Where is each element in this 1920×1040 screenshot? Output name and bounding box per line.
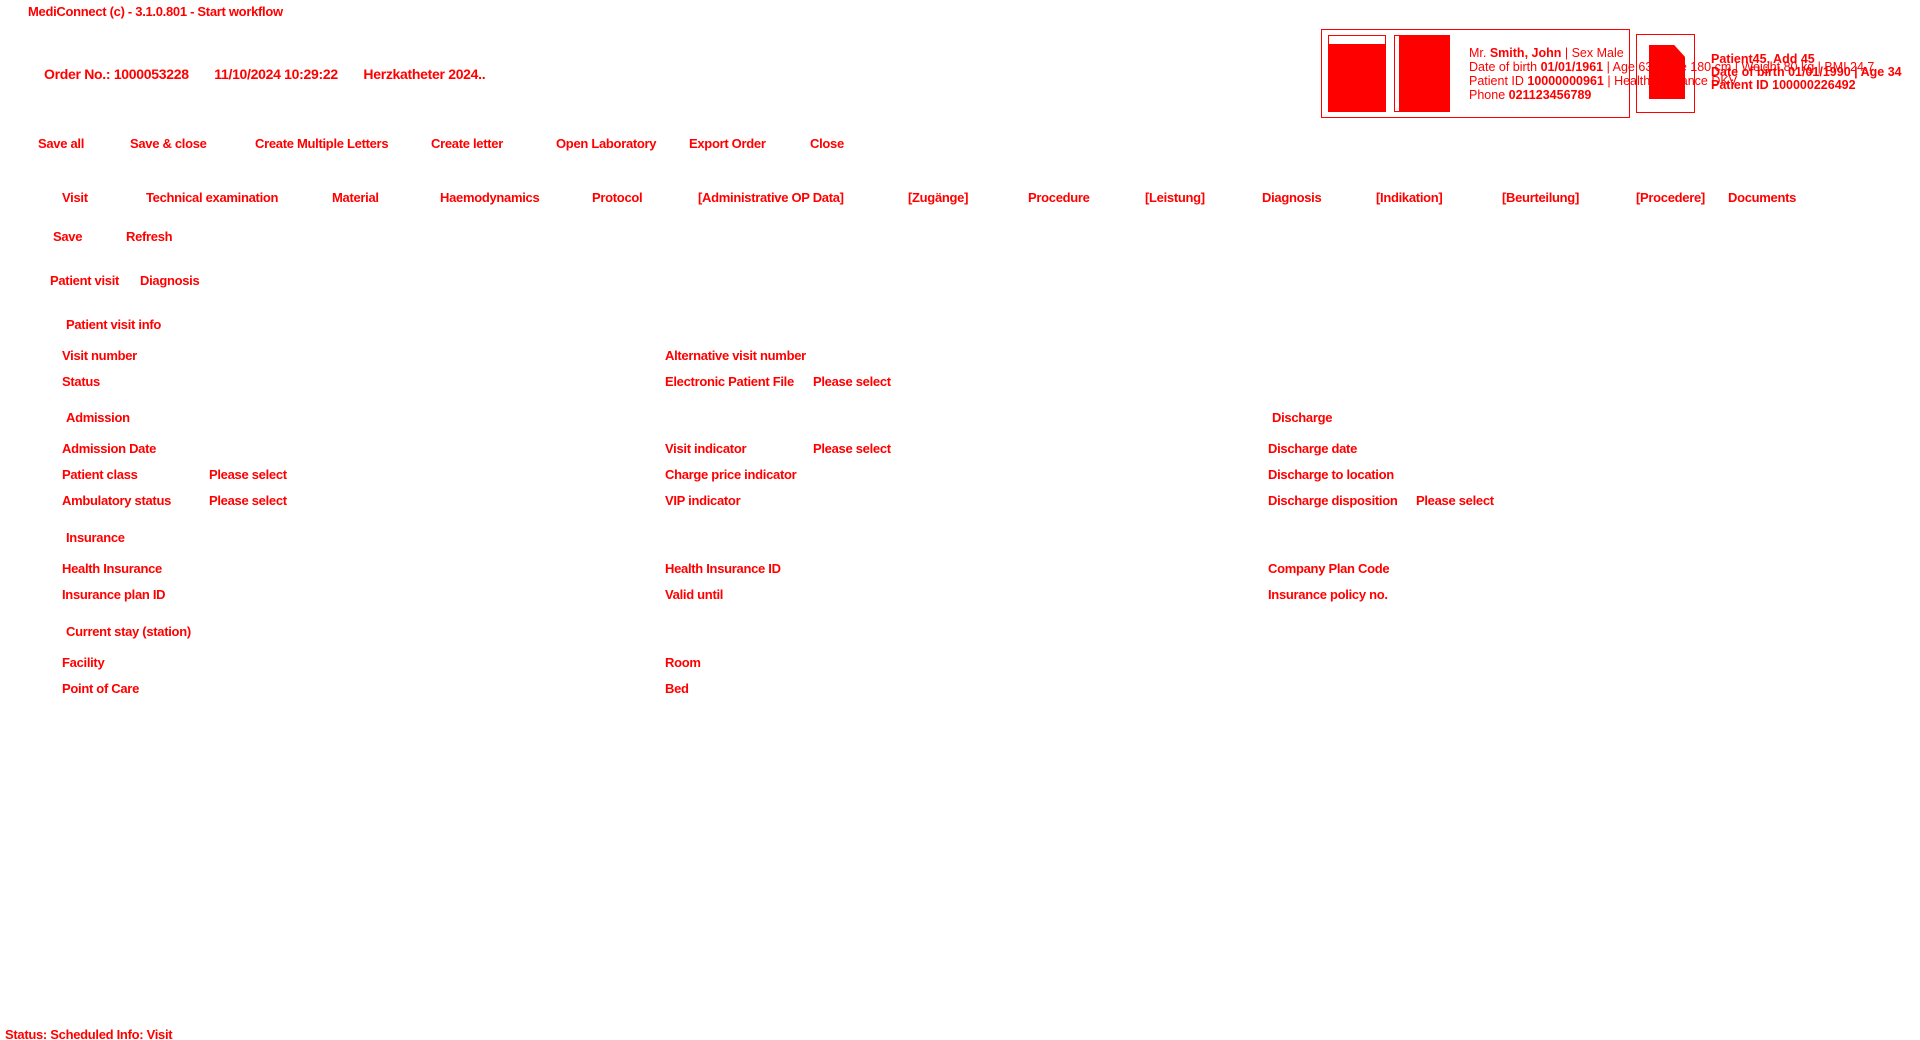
save-all-button[interactable]: Save all bbox=[38, 136, 84, 151]
subtab-patient-visit[interactable]: Patient visit bbox=[50, 273, 119, 288]
bed-label: Bed bbox=[665, 681, 689, 696]
create-multiple-letters-button[interactable]: Create Multiple Letters bbox=[255, 136, 389, 151]
subtab-diagnosis[interactable]: Diagnosis bbox=[140, 273, 200, 288]
patient-dob: 01/01/1961 bbox=[1540, 60, 1604, 74]
visit-indicator-select[interactable]: Please select bbox=[813, 441, 891, 456]
order-description: Herzkatheter 2024.. bbox=[363, 66, 486, 82]
discharge-disposition-label: Discharge disposition bbox=[1268, 493, 1398, 508]
patient-title: Mr. bbox=[1469, 46, 1487, 60]
charge-price-indicator-label: Charge price indicator bbox=[665, 467, 797, 482]
save-close-button[interactable]: Save & close bbox=[130, 136, 207, 151]
discharge-disposition-select[interactable]: Please select bbox=[1416, 493, 1494, 508]
document-card[interactable] bbox=[1636, 34, 1695, 113]
visit-indicator-label: Visit indicator bbox=[665, 441, 747, 456]
tab-diagnosis[interactable]: Diagnosis bbox=[1262, 190, 1322, 205]
patient-phone: 021123456789 bbox=[1508, 88, 1592, 102]
ambulatory-status-label: Ambulatory status bbox=[62, 493, 172, 508]
health-insurance-id-label: Health Insurance ID bbox=[665, 561, 781, 576]
tab-protocol[interactable]: Protocol bbox=[592, 190, 643, 205]
patient-photo bbox=[1328, 35, 1386, 112]
order-number: Order No.: 1000053228 bbox=[44, 66, 189, 82]
electronic-patient-file-select[interactable]: Please select bbox=[813, 374, 891, 389]
alt-visit-number-label: Alternative visit number bbox=[665, 348, 806, 363]
patient-name: Smith, John bbox=[1489, 46, 1562, 60]
patient-barcode-icon bbox=[1394, 35, 1450, 112]
patient-class-label: Patient class bbox=[62, 467, 138, 482]
section-discharge: Discharge bbox=[1272, 410, 1333, 425]
section-current-stay: Current stay (station) bbox=[66, 624, 191, 639]
tab-material[interactable]: Material bbox=[332, 190, 379, 205]
patient-sex: | Sex Male bbox=[1564, 46, 1624, 60]
electronic-patient-file-label: Electronic Patient File bbox=[665, 374, 794, 389]
point-of-care-label: Point of Care bbox=[62, 681, 139, 696]
admission-date-label: Admission Date bbox=[62, 441, 157, 456]
patient-phone-label: Phone bbox=[1469, 88, 1506, 102]
tab-leistung[interactable]: [Leistung] bbox=[1145, 190, 1205, 205]
section-insurance: Insurance bbox=[66, 530, 125, 545]
second-patient-id: Patient ID 100000226492 bbox=[1711, 78, 1856, 92]
tab-indikation[interactable]: [Indikation] bbox=[1376, 190, 1443, 205]
tab-procedere[interactable]: [Procedere] bbox=[1636, 190, 1705, 205]
refresh-button[interactable]: Refresh bbox=[126, 229, 173, 244]
discharge-date-label: Discharge date bbox=[1268, 441, 1358, 456]
facility-label: Facility bbox=[62, 655, 105, 670]
open-laboratory-button[interactable]: Open Laboratory bbox=[556, 136, 657, 151]
tab-documents[interactable]: Documents bbox=[1728, 190, 1796, 205]
patient-dob-label: Date of birth bbox=[1469, 60, 1538, 74]
tab-procedure[interactable]: Procedure bbox=[1028, 190, 1090, 205]
patient-id-label: Patient ID bbox=[1469, 74, 1524, 88]
document-icon bbox=[1649, 45, 1685, 99]
second-patient-info: Patient45, Add 45 Date of birth 01/01/19… bbox=[1711, 53, 1902, 92]
export-order-button[interactable]: Export Order bbox=[689, 136, 766, 151]
valid-until-label: Valid until bbox=[665, 587, 724, 602]
tab-haemodynamics[interactable]: Haemodynamics bbox=[440, 190, 540, 205]
create-letter-button[interactable]: Create letter bbox=[431, 136, 503, 151]
close-button[interactable]: Close bbox=[810, 136, 844, 151]
visit-number-label: Visit number bbox=[62, 348, 137, 363]
section-admission: Admission bbox=[66, 410, 130, 425]
tab-technical-examination[interactable]: Technical examination bbox=[146, 190, 278, 205]
section-patient-visit-info: Patient visit info bbox=[66, 317, 162, 332]
save-button[interactable]: Save bbox=[53, 229, 82, 244]
status-bar: Status: Scheduled Info: Visit bbox=[5, 1027, 173, 1040]
patient-class-select[interactable]: Please select bbox=[209, 467, 287, 482]
room-label: Room bbox=[665, 655, 701, 670]
health-insurance-label: Health Insurance bbox=[62, 561, 162, 576]
tab-beurteilung[interactable]: [Beurteilung] bbox=[1502, 190, 1579, 205]
vip-indicator-label: VIP indicator bbox=[665, 493, 741, 508]
patient-card[interactable]: Mr. Smith, John | Sex Male Date of birth… bbox=[1321, 29, 1874, 118]
ambulatory-status-select[interactable]: Please select bbox=[209, 493, 287, 508]
order-datetime: 11/10/2024 10:29:22 bbox=[214, 66, 338, 82]
insurance-plan-id-label: Insurance plan ID bbox=[62, 587, 166, 602]
insurance-policy-no-label: Insurance policy no. bbox=[1268, 587, 1388, 602]
company-plan-code-label: Company Plan Code bbox=[1268, 561, 1390, 576]
order-header: Order No.: 1000053228 11/10/2024 10:29:2… bbox=[44, 66, 507, 82]
window-title: MediConnect (c) - 3.1.0.801 - Start work… bbox=[28, 4, 283, 19]
tab-administrative-op-data[interactable]: [Administrative OP Data] bbox=[698, 190, 844, 205]
tab-zugaenge[interactable]: [Zugänge] bbox=[908, 190, 968, 205]
tab-visit[interactable]: Visit bbox=[62, 190, 88, 205]
patient-id: 10000000961 bbox=[1527, 74, 1604, 88]
status-label: Status bbox=[62, 374, 100, 389]
discharge-to-location-label: Discharge to location bbox=[1268, 467, 1394, 482]
